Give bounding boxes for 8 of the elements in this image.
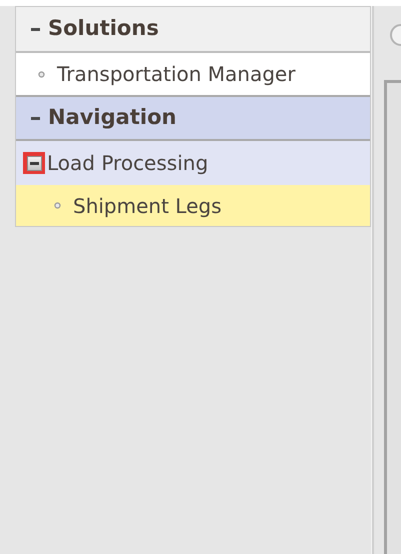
radio-icon[interactable]	[388, 24, 401, 46]
collapse-button[interactable]	[23, 152, 45, 174]
section-header[interactable]: Solutions	[16, 7, 370, 53]
menu-item[interactable]: Transportation Manager	[16, 53, 370, 95]
section-header[interactable]: Navigation	[16, 95, 370, 141]
bullet-icon	[54, 202, 61, 209]
bullet-icon	[38, 70, 45, 78]
tree-item[interactable]: Shipment Legs	[16, 185, 370, 226]
